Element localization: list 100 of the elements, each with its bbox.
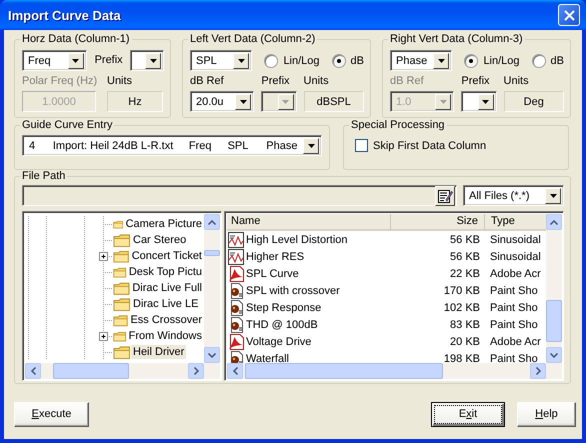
push-button[interactable]: Execute bbox=[14, 402, 89, 426]
tree-item[interactable]: Dirac Live LE bbox=[131, 297, 200, 311]
file-type: Paint Sho bbox=[489, 302, 539, 314]
scrollbar[interactable] bbox=[227, 363, 562, 379]
tree-item[interactable]: Heil Driver bbox=[131, 345, 186, 359]
dropdown[interactable] bbox=[461, 91, 497, 112]
scroll-up-button[interactable] bbox=[204, 214, 220, 230]
paint-document-icon bbox=[228, 316, 244, 332]
column-header[interactable]: Name bbox=[227, 214, 391, 231]
caret-icon bbox=[238, 58, 245, 62]
scrollbar[interactable] bbox=[25, 363, 220, 379]
field-label: dB Ref bbox=[190, 75, 225, 88]
radio-button[interactable]: dB bbox=[532, 54, 564, 68]
dropdown[interactable] bbox=[130, 50, 164, 71]
scroll-left-button[interactable] bbox=[25, 363, 41, 379]
notepad-button[interactable] bbox=[435, 186, 455, 206]
push-button[interactable]: Help bbox=[517, 402, 576, 426]
scroll-right-button[interactable] bbox=[188, 363, 204, 379]
file-size: 170 KB bbox=[442, 284, 481, 296]
field-label: Units bbox=[304, 75, 330, 88]
radio-button[interactable]: dB bbox=[332, 54, 364, 68]
file-size: 20 KB bbox=[449, 336, 481, 348]
dropdown[interactable]: All Files (*.*) bbox=[463, 185, 564, 206]
tree-item[interactable]: Ess Crossover bbox=[128, 313, 204, 327]
paint-document-icon bbox=[228, 282, 244, 298]
dropdown[interactable]: 20.0u bbox=[190, 91, 254, 112]
path-field[interactable] bbox=[22, 185, 457, 206]
expand-icon[interactable] bbox=[99, 332, 108, 341]
scroll-left-button[interactable] bbox=[227, 363, 243, 379]
scrollbar[interactable] bbox=[204, 214, 220, 363]
file-type: Paint Sho bbox=[489, 284, 539, 296]
field-label: Prefix bbox=[261, 75, 291, 88]
radio-button[interactable]: Lin/Log bbox=[464, 54, 520, 68]
field-label: Prefix bbox=[461, 75, 491, 88]
tree-item[interactable]: From Windows bbox=[126, 329, 204, 343]
group-title: Guide Curve Entry bbox=[21, 119, 114, 131]
paint-document-icon bbox=[228, 300, 244, 316]
file-name[interactable]: Voltage Drive bbox=[246, 336, 312, 348]
caret-icon bbox=[308, 144, 315, 148]
scroll-thumb[interactable] bbox=[204, 250, 220, 256]
file-name[interactable]: SPL Curve bbox=[246, 268, 299, 280]
scroll-thumb[interactable] bbox=[245, 363, 443, 379]
file-name[interactable]: SPL with crossover bbox=[246, 284, 340, 296]
file-name[interactable]: Higher RES bbox=[246, 250, 304, 262]
scroll-thumb[interactable] bbox=[546, 300, 562, 342]
scroll-thumb[interactable] bbox=[53, 363, 129, 379]
scroll-down-button[interactable] bbox=[204, 347, 220, 363]
file-type: Sinusoidal bbox=[489, 250, 542, 262]
field-label: Polar Freq (Hz) bbox=[22, 75, 96, 88]
window-title: Import Curve Data bbox=[8, 8, 121, 22]
file-name[interactable]: High Level Distortion bbox=[246, 234, 348, 246]
radio-circle[interactable] bbox=[332, 54, 346, 68]
scrollbar[interactable] bbox=[546, 214, 562, 363]
radio-circle[interactable] bbox=[532, 54, 546, 68]
dropdown[interactable]: Freq bbox=[22, 50, 87, 71]
scroll-right-button[interactable] bbox=[530, 363, 546, 379]
swirl-document-icon bbox=[228, 334, 244, 350]
file-size: 102 KB bbox=[442, 302, 481, 314]
file-size: 22 KB bbox=[449, 268, 481, 280]
notepad-icon bbox=[437, 188, 453, 204]
file-name[interactable]: Waterfall bbox=[246, 352, 289, 363]
file-type: Paint Sho bbox=[489, 318, 539, 330]
units-display: Deg bbox=[504, 91, 564, 112]
caret-icon bbox=[438, 58, 445, 62]
waveform-document-icon bbox=[228, 232, 244, 248]
group-title: Left Vert Data (Column-2) bbox=[189, 33, 316, 45]
field-label: Units bbox=[107, 75, 134, 88]
expand-icon[interactable] bbox=[99, 252, 108, 261]
dropdown[interactable]: 4 Import: Heil 24dB L-R.txt Freq SPL Phase bbox=[22, 135, 322, 156]
group-title: Right Vert Data (Column-3) bbox=[389, 33, 524, 45]
tree-item[interactable]: Concert Ticket bbox=[130, 249, 204, 263]
push-button[interactable]: Exit bbox=[431, 402, 505, 426]
radio-circle[interactable] bbox=[464, 54, 478, 68]
tree-item[interactable]: Car Stereo bbox=[131, 233, 188, 247]
tree-item[interactable]: Desk Top Pictu bbox=[126, 265, 204, 279]
group-title: Horz Data (Column-1) bbox=[21, 33, 131, 45]
tree-item[interactable]: Camera Picture bbox=[124, 217, 204, 231]
close-button[interactable] bbox=[558, 4, 580, 26]
dropdown[interactable]: Phase bbox=[390, 50, 452, 71]
file-size: 56 KB bbox=[449, 234, 481, 246]
caret-icon bbox=[282, 100, 290, 104]
radio-button[interactable]: Lin/Log bbox=[264, 54, 320, 68]
radio-circle[interactable] bbox=[264, 54, 278, 68]
tree-item[interactable]: Dirac Live Full bbox=[130, 281, 204, 295]
caret-icon bbox=[150, 58, 156, 62]
caret-icon bbox=[440, 100, 447, 104]
field-label: Units bbox=[504, 75, 530, 88]
column-header[interactable]: Size bbox=[391, 214, 485, 231]
scroll-up-button[interactable] bbox=[546, 214, 562, 230]
swirl-document-icon bbox=[228, 266, 244, 282]
file-name[interactable]: Step Response bbox=[246, 302, 322, 314]
group-title: Special Processing bbox=[350, 119, 446, 131]
waveform-document-icon bbox=[228, 248, 244, 264]
scroll-down-button[interactable] bbox=[546, 347, 562, 363]
file-name[interactable]: THD @ 100dB bbox=[246, 318, 318, 330]
checkbox[interactable]: Skip First Data Column bbox=[355, 139, 562, 152]
dropdown[interactable]: SPL bbox=[190, 50, 252, 71]
column-header[interactable]: Type bbox=[485, 214, 546, 231]
caret-icon bbox=[550, 194, 556, 198]
field-label: dB Ref bbox=[390, 75, 425, 88]
